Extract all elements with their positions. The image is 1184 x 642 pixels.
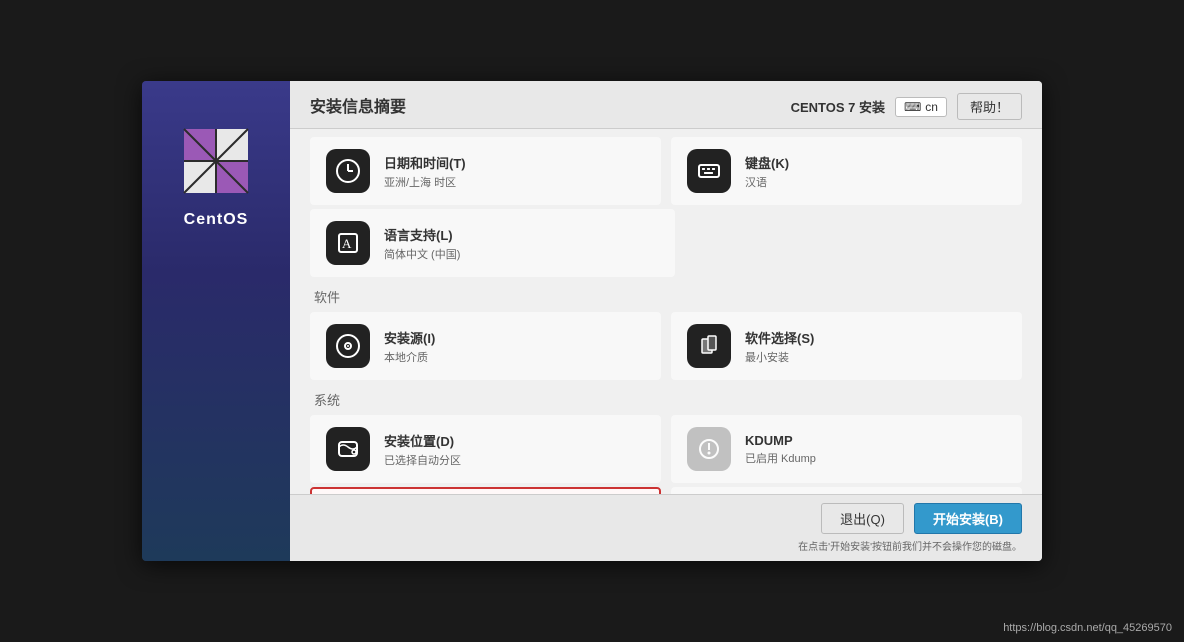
help-button[interactable]: 帮助！: [957, 93, 1022, 120]
centos-logo: [176, 121, 256, 201]
lang-icon: A: [326, 221, 370, 265]
software-selection-title: 软件选择(S): [745, 328, 814, 347]
cancel-button[interactable]: 退出(Q): [821, 503, 904, 534]
kdump-icon: [687, 427, 731, 471]
header: 安装信息摘要 CENTOS 7 安装 ⌨ cn 帮助！: [290, 81, 1042, 129]
software-row: 安装源(I) 本地介质 软件选择(S): [310, 312, 1022, 380]
keyboard-text: 键盘(K) 汉语: [745, 153, 789, 190]
install-dest-title: 安装位置(D): [384, 431, 461, 450]
disk-icon: [326, 427, 370, 471]
system-row1: 安装位置(D) 已选择自动分区: [310, 415, 1022, 483]
software-section-label: 软件: [310, 287, 1022, 306]
network-item[interactable]: 网络和主机名(N) 未连接: [310, 487, 661, 494]
main-content: 安装信息摘要 CENTOS 7 安装 ⌨ cn 帮助！: [290, 81, 1042, 561]
keyboard-icon-box: [685, 147, 733, 195]
datetime-icon-box: [324, 147, 372, 195]
kdump-text: KDUMP 已启用 Kdump: [745, 433, 816, 466]
lang-support-subtitle: 简体中文 (中国): [384, 246, 460, 262]
lang-support-text: 语言支持(L) 简体中文 (中国): [384, 225, 460, 262]
empty-slot: [685, 209, 1022, 277]
install-dest-icon-box: [324, 425, 372, 473]
footer-note: 在点击'开始安装'按钮前我们并不会操作您的磁盘。: [798, 538, 1022, 553]
software-selection-text: 软件选择(S) 最小安装: [745, 328, 814, 365]
install-source-text: 安装源(I) 本地介质: [384, 328, 435, 365]
page-title: 安装信息摘要: [310, 93, 406, 117]
install-source-item[interactable]: 安装源(I) 本地介质: [310, 312, 661, 380]
url-bar: https://blog.csdn.net/qq_45269570: [1003, 622, 1172, 634]
keyboard-title: 键盘(K): [745, 153, 789, 172]
package-icon: [687, 324, 731, 368]
keyboard-icon-small: ⌨: [904, 100, 921, 114]
language-row: A 语言支持(L) 简体中文 (中国): [310, 209, 1022, 277]
keyboard-subtitle: 汉语: [745, 174, 789, 190]
header-right: CENTOS 7 安装 ⌨ cn 帮助！: [791, 93, 1022, 120]
keyboard-icon: [687, 149, 731, 193]
install-source-title: 安装源(I): [384, 328, 435, 347]
install-source-icon-box: [324, 322, 372, 370]
localization-row: 日期和时间(T) 亚洲/上海 时区: [310, 137, 1022, 205]
install-source-subtitle: 本地介质: [384, 349, 435, 365]
software-selection-item[interactable]: 软件选择(S) 最小安装: [671, 312, 1022, 380]
installer-window: CentOS 安装信息摘要 CENTOS 7 安装 ⌨ cn 帮助！: [142, 81, 1042, 561]
lang-value: cn: [925, 100, 938, 114]
install-dest-item[interactable]: 安装位置(D) 已选择自动分区: [310, 415, 661, 483]
centos-brand-label: CentOS: [184, 211, 249, 229]
software-selection-icon-box: [685, 322, 733, 370]
centos-version-label: CENTOS 7 安装: [791, 97, 885, 116]
system-section-label: 系统: [310, 390, 1022, 409]
disc-icon: [326, 324, 370, 368]
lang-support-item[interactable]: A 语言支持(L) 简体中文 (中国): [310, 209, 675, 277]
kdump-title: KDUMP: [745, 433, 816, 448]
datetime-subtitle: 亚洲/上海 时区: [384, 174, 466, 190]
software-selection-subtitle: 最小安装: [745, 349, 814, 365]
content-area: 日期和时间(T) 亚洲/上海 时区: [290, 129, 1042, 494]
start-install-button[interactable]: 开始安装(B): [914, 503, 1022, 534]
install-dest-subtitle: 已选择自动分区: [384, 452, 461, 468]
lang-support-title: 语言支持(L): [384, 225, 460, 244]
kdump-subtitle: 已启用 Kdump: [745, 450, 816, 466]
footer: 退出(Q) 开始安装(B) 在点击'开始安装'按钮前我们并不会操作您的磁盘。: [290, 494, 1042, 561]
kdump-icon-box: [685, 425, 733, 473]
language-selector[interactable]: ⌨ cn: [895, 97, 947, 117]
datetime-title: 日期和时间(T): [384, 153, 466, 172]
install-dest-text: 安装位置(D) 已选择自动分区: [384, 431, 461, 468]
lang-support-icon-box: A: [324, 219, 372, 267]
sidebar: CentOS: [142, 81, 290, 561]
kdump-item[interactable]: KDUMP 已启用 Kdump: [671, 415, 1022, 483]
clock-icon: [326, 149, 370, 193]
svg-text:A: A: [342, 236, 352, 251]
keyboard-item[interactable]: 键盘(K) 汉语: [671, 137, 1022, 205]
system-row2: 网络和主机名(N) 未连接: [310, 487, 1022, 494]
datetime-item[interactable]: 日期和时间(T) 亚洲/上海 时区: [310, 137, 661, 205]
datetime-text: 日期和时间(T) 亚洲/上海 时区: [384, 153, 466, 190]
security-policy-item[interactable]: SECURITY POLICY No profile selected: [671, 487, 1022, 494]
footer-buttons: 退出(Q) 开始安装(B): [821, 503, 1022, 534]
